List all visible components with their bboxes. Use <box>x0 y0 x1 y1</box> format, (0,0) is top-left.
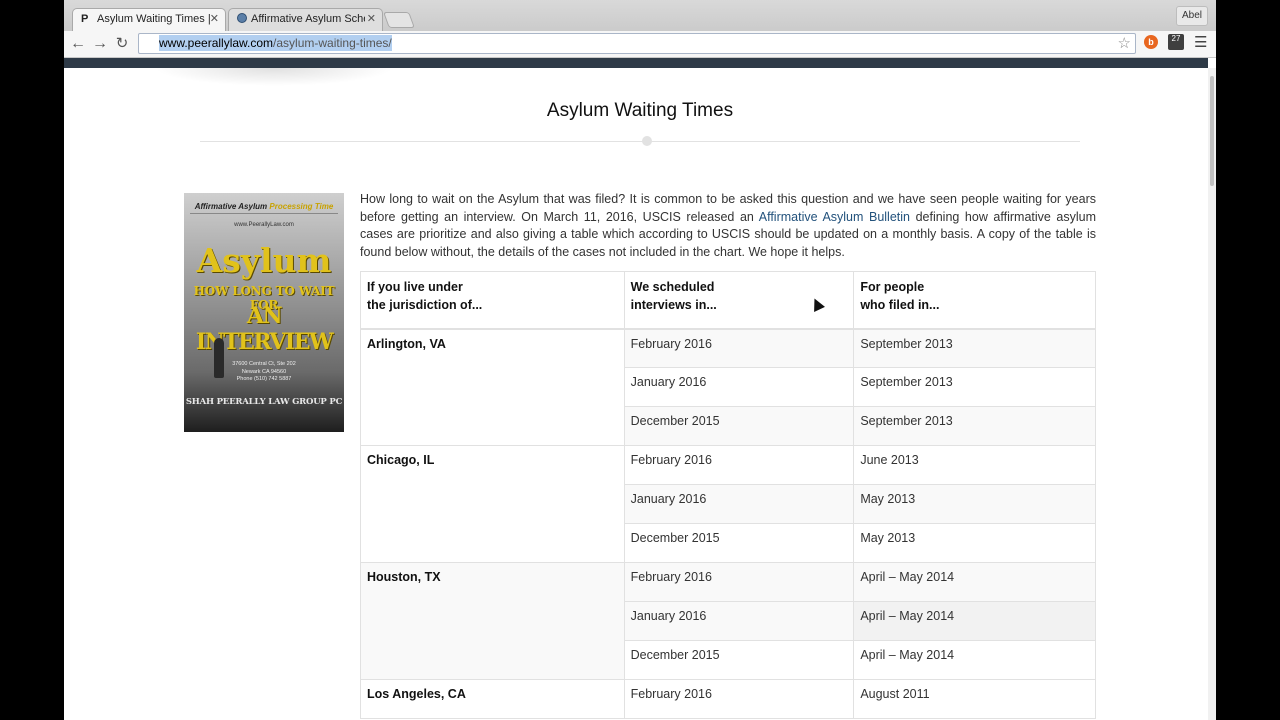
filed-cell: April – May 2014 <box>853 562 1096 602</box>
reload-icon[interactable]: ↻ <box>112 34 132 54</box>
close-tab-icon[interactable]: ✕ <box>210 9 219 30</box>
scheduled-cell: February 2016 <box>623 328 855 368</box>
table-row: Houston, TX February 2016 April – May 20… <box>360 562 1096 680</box>
calendar-extension-icon[interactable]: 27 <box>1168 34 1184 50</box>
table-row: Chicago, IL February 2016 June 2013 <box>360 445 1096 563</box>
scheduled-cell: February 2016 <box>623 679 855 719</box>
filed-cell: May 2013 <box>853 484 1096 524</box>
scrollbar-thumb[interactable] <box>1210 76 1214 186</box>
browser-toolbar: ← → ↻ www.peerallylaw.com/asylum-waiting… <box>64 31 1216 58</box>
filed-cell: September 2013 <box>853 328 1096 368</box>
table-header-row: If you live under the jurisdiction of... … <box>360 271 1096 330</box>
book-rule <box>190 213 338 214</box>
page-title: Asylum Waiting Times <box>546 100 734 121</box>
city-cell: Los Angeles, CA <box>360 679 625 719</box>
page-viewport: Asylum Waiting Times Affirmative Asylum … <box>64 58 1216 720</box>
url-selection: www.peerallylaw.com/asylum-waiting-times… <box>159 35 392 51</box>
title-divider <box>200 141 1080 142</box>
book-firm-name: SHAH PEERALLY LAW GROUP PC <box>185 397 343 407</box>
new-tab-button[interactable] <box>383 12 415 28</box>
vertical-scrollbar[interactable] <box>1208 68 1216 720</box>
filed-cell: April – May 2014 <box>853 601 1096 641</box>
city-cell: Houston, TX <box>360 562 625 680</box>
scheduled-cell: January 2016 <box>623 601 855 641</box>
address-bar[interactable]: www.peerallylaw.com/asylum-waiting-times… <box>138 33 1136 54</box>
browser-window: P Asylum Waiting Times | Sa ✕ Affirmative… <box>64 0 1216 720</box>
scheduled-cell: February 2016 <box>623 562 855 602</box>
extension-orange-icon[interactable]: b <box>1144 35 1158 49</box>
city-cell: Chicago, IL <box>360 445 625 563</box>
column-header-filed: For people who filed in... <box>853 271 1096 330</box>
table-row: Arlington, VA February 2016 September 20… <box>360 328 1096 446</box>
waiting-times-table: If you live under the jurisdiction of... … <box>360 271 1096 719</box>
scheduled-cell: January 2016 <box>623 484 855 524</box>
tab-asylum-waiting-times[interactable]: P Asylum Waiting Times | Sa ✕ <box>72 8 226 31</box>
filed-cell: May 2013 <box>853 523 1096 563</box>
filed-cell: April – May 2014 <box>853 640 1096 680</box>
filed-cell: June 2013 <box>853 445 1096 485</box>
forward-arrow-icon[interactable]: → <box>90 34 110 54</box>
table-row: Los Angeles, CA February 2016 August 201… <box>360 679 1096 719</box>
scheduled-cell: January 2016 <box>623 367 855 407</box>
column-header-jurisdiction: If you live under the jurisdiction of... <box>360 271 625 330</box>
city-cell: Arlington, VA <box>360 328 625 446</box>
filed-cell: September 2013 <box>853 406 1096 446</box>
book-title: Asylum <box>196 241 332 280</box>
filed-cell: September 2013 <box>853 367 1096 407</box>
bookmark-star-icon[interactable]: ☆ <box>1118 34 1131 53</box>
menu-shadow <box>154 68 394 86</box>
affirmative-asylum-bulletin-link[interactable]: Affirmative Asylum Bulletin <box>759 210 910 224</box>
site-header-bar <box>64 58 1208 68</box>
peerally-favicon-icon: P <box>81 13 89 25</box>
book-url: www.PeerallyLaw.com <box>234 222 294 228</box>
book-address: 37600 Central Ct, Ste 202 Newark CA 94560… <box>232 361 296 382</box>
uscis-seal-favicon-icon <box>237 13 247 23</box>
filed-cell: August 2011 <box>853 679 1096 719</box>
tab-strip: P Asylum Waiting Times | Sa ✕ Affirmative… <box>64 0 1216 31</box>
url-path: /asylum-waiting-times/ <box>273 36 392 50</box>
book-header: Affirmative Asylum Processing Time <box>194 202 334 211</box>
scheduled-cell: February 2016 <box>623 445 855 485</box>
profile-button[interactable]: Abel <box>1175 6 1208 26</box>
url-host: www.peerallylaw.com <box>159 36 274 50</box>
back-arrow-icon[interactable]: ← <box>68 34 88 54</box>
scheduled-cell: December 2015 <box>623 640 855 680</box>
scheduled-cell: December 2015 <box>623 406 855 446</box>
tab-affirmative-asylum-schedule[interactable]: Affirmative Asylum Schedu ✕ <box>228 8 383 31</box>
intro-paragraph: How long to wait on the Asylum that was … <box>360 192 1097 259</box>
scheduled-cell: December 2015 <box>623 523 855 563</box>
tab-title: Affirmative Asylum Schedu <box>251 13 365 25</box>
divider-dot <box>642 136 652 146</box>
book-subtitle-2: AN INTERVIEW <box>195 303 334 355</box>
close-tab-icon[interactable]: ✕ <box>367 9 376 30</box>
hamburger-menu-icon[interactable]: ☰ <box>1194 35 1207 51</box>
tab-title: Asylum Waiting Times | Sa <box>97 13 211 25</box>
book-cover-image: Affirmative Asylum Processing Time www.P… <box>184 193 344 432</box>
